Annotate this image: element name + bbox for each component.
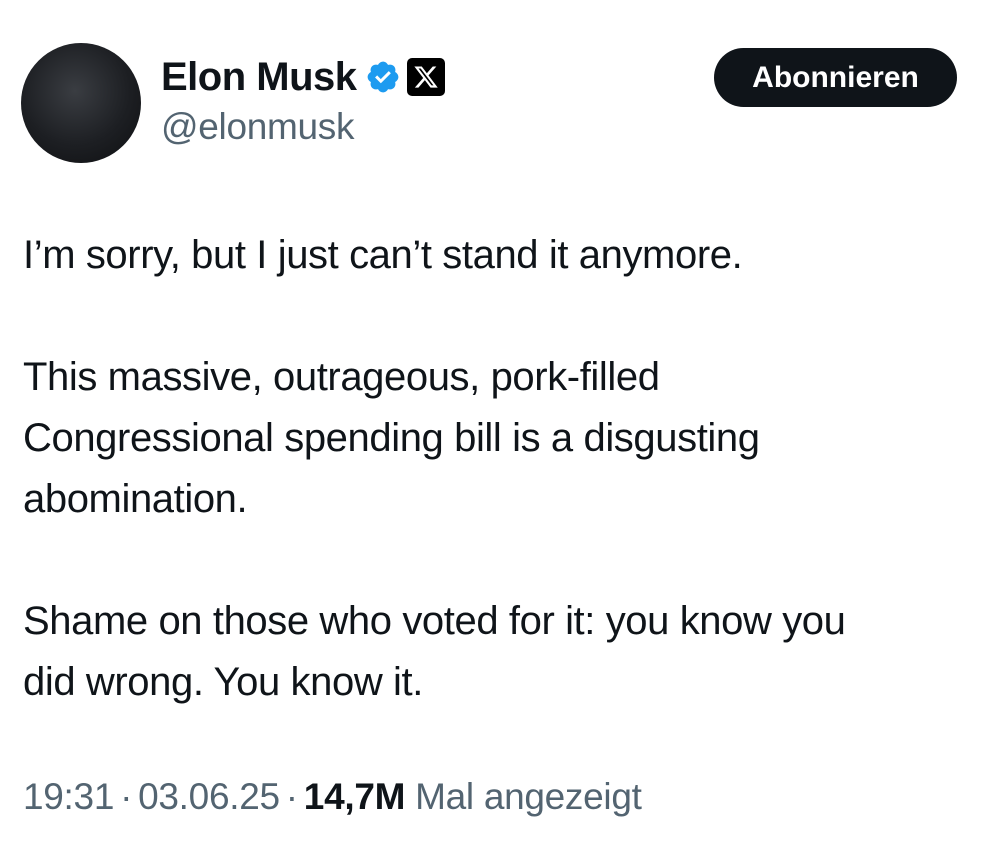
tweet-paragraph: I’m sorry, but I just can’t stand it any… <box>23 233 743 277</box>
author-handle[interactable]: @elonmusk <box>161 106 355 148</box>
tweet-meta: 19:31 · 03.06.25 · 14,7M Mal angezeigt <box>23 776 642 818</box>
author-name-row: Elon Musk <box>161 52 445 102</box>
views-label: Mal angezeigt <box>415 776 642 817</box>
meta-separator: · <box>285 776 298 817</box>
avatar[interactable] <box>21 43 141 163</box>
views-count[interactable]: 14,7M <box>304 776 406 817</box>
author-display-name[interactable]: Elon Musk <box>161 55 357 100</box>
verified-badge-icon[interactable] <box>365 59 401 95</box>
subscribe-button[interactable]: Abonnieren <box>714 48 957 107</box>
meta-separator: · <box>120 776 133 817</box>
x-logo-icon[interactable] <box>406 58 445 96</box>
tweet-paragraph: Shame on those who voted for it: you kno… <box>23 599 846 704</box>
tweet-text: I’m sorry, but I just can’t stand it any… <box>23 225 983 713</box>
tweet-date[interactable]: 03.06.25 <box>138 776 280 817</box>
tweet-paragraph: This massive, outrageous, pork-filled Co… <box>23 355 760 521</box>
tweet-time[interactable]: 19:31 <box>23 776 114 817</box>
